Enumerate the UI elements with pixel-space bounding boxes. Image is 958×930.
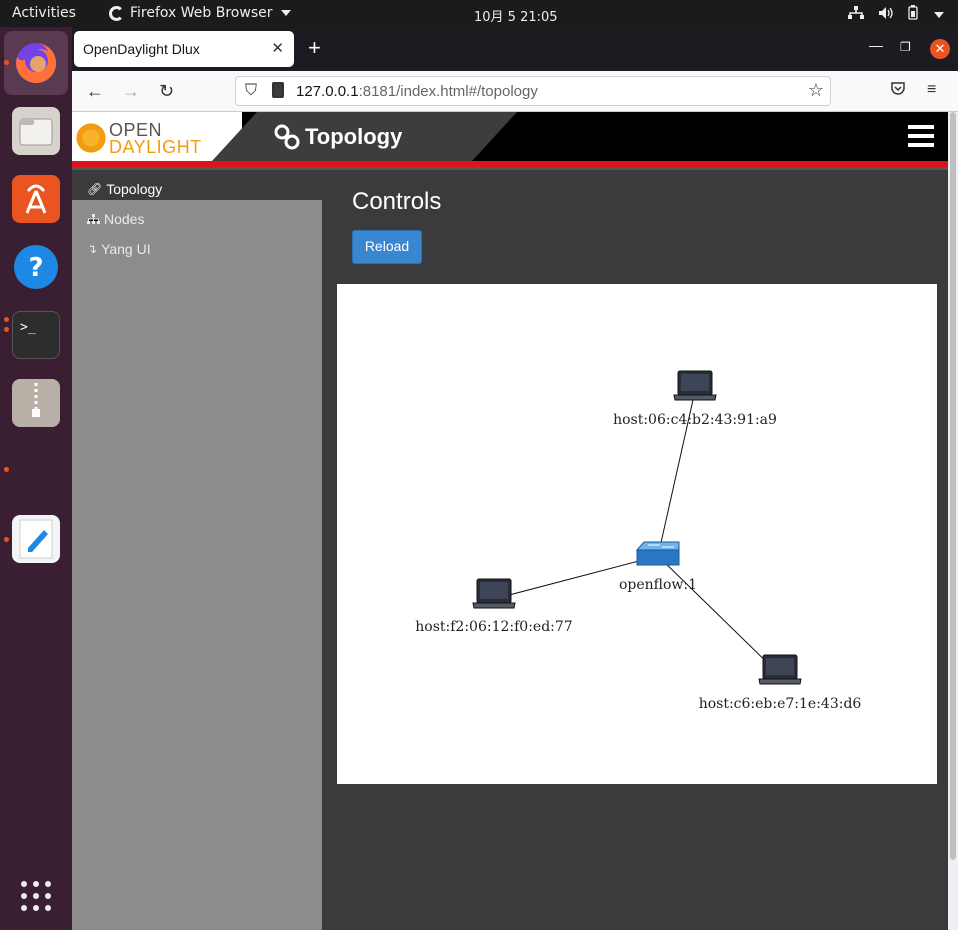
page-scrollbar[interactable] [950, 112, 956, 860]
activities-button[interactable]: Activities [12, 5, 76, 21]
switch-icon [635, 541, 680, 566]
navigation-toolbar: ← → ↻ ⛉ 127.0.0.1:8181/index.html#/topol… [72, 71, 958, 112]
battery-icon [908, 5, 918, 24]
menu-icon[interactable]: ≡ [927, 81, 936, 99]
close-tab-icon[interactable]: ✕ [271, 39, 284, 57]
sidebar-item-topology[interactable]: 🔗︎ Topology [72, 170, 322, 200]
dlux-page: OPEN DAYLIGHT Topology 🔗︎ Topology Nodes [72, 112, 948, 930]
firefox-icon [109, 5, 124, 21]
tracking-protection-icon[interactable]: ⛉ [245, 82, 257, 100]
network-icon [848, 5, 864, 24]
close-window-button[interactable]: ✕ [930, 39, 950, 59]
dock-help[interactable]: ? [12, 243, 60, 291]
header-title-bar: Topology [212, 112, 517, 161]
node-label: host:f2:06:12:f0:ed:77 [415, 619, 572, 635]
node-label: host:c6:eb:e7:1e:43:d6 [699, 696, 862, 712]
dock-archive-manager[interactable] [12, 379, 60, 427]
url-host: 127.0.0.1 [296, 83, 359, 100]
node-label: host:06:c4:b2:43:91:a9 [613, 412, 777, 428]
running-indicator [4, 537, 9, 542]
sidebar-item-label: Yang UI [101, 241, 151, 257]
terminal-icon: >_ [20, 320, 36, 335]
running-indicator [4, 467, 9, 472]
volume-icon [878, 6, 894, 24]
files-icon [19, 118, 53, 146]
tab-title: OpenDaylight Dlux [83, 41, 200, 57]
svg-text:?: ? [28, 253, 43, 283]
reload-page-button[interactable]: ↻ [159, 81, 174, 102]
sidebar-item-label: Topology [106, 181, 163, 197]
sidebar-item-label: Nodes [104, 211, 145, 227]
running-indicator [4, 327, 9, 332]
host-node[interactable] [472, 578, 516, 609]
hamburger-menu-icon[interactable] [908, 125, 934, 147]
restore-button[interactable]: ❐ [900, 40, 911, 54]
dock-ubuntu-software[interactable] [12, 175, 60, 223]
link-icon [274, 124, 300, 150]
dock: ? >_ [0, 27, 72, 930]
laptop-icon [472, 578, 516, 609]
reload-button[interactable]: Reload [352, 230, 422, 264]
dock-terminal[interactable]: >_ [12, 311, 60, 359]
topology-link[interactable] [657, 555, 781, 676]
topology-graph[interactable]: openflow:1 host:06:c4:b2:43:91:a9 host:f2:… [337, 284, 937, 784]
archive-icon [23, 381, 49, 425]
main-content: Controls Reload openflow:1 host:06:c4:b2:… [322, 170, 948, 930]
opendaylight-sun-icon [74, 121, 108, 155]
dlux-header: OPEN DAYLIGHT Topology [72, 112, 948, 161]
dock-firefox[interactable] [12, 39, 60, 87]
node-label: openflow:1 [619, 577, 697, 593]
logo-text-daylight: DAYLIGHT [109, 137, 202, 157]
switch-node[interactable] [635, 541, 680, 566]
dock-files[interactable] [12, 107, 60, 155]
text-editor-icon [19, 519, 53, 559]
running-indicator [4, 60, 9, 65]
bookmark-star-icon[interactable]: ☆ [808, 80, 824, 101]
chevron-down-icon [280, 10, 291, 16]
svg-text:>_: >_ [20, 320, 36, 335]
sidebar-item-yang-ui[interactable]: ↴ Yang UI [72, 230, 322, 260]
app-menu[interactable]: Firefox Web Browser [109, 5, 291, 21]
tab-opendaylight[interactable]: OpenDaylight Dlux ✕ [74, 31, 294, 67]
running-indicator [4, 317, 9, 322]
sitemap-icon [87, 213, 100, 224]
host-node[interactable] [758, 654, 802, 685]
topology-canvas[interactable]: openflow:1 host:06:c4:b2:43:91:a9 host:f2:… [337, 284, 937, 784]
url-path: :8181/index.html#/topology [358, 83, 538, 100]
app-menu-label: Firefox Web Browser [130, 5, 273, 21]
level-down-icon: ↴ [87, 242, 98, 256]
page-title: Topology [305, 124, 403, 149]
url-bar[interactable]: ⛉ 127.0.0.1:8181/index.html#/topology ☆ [235, 76, 831, 106]
minimize-button[interactable]: — [869, 37, 883, 53]
new-tab-button[interactable]: + [308, 35, 321, 61]
show-applications-button[interactable] [12, 872, 60, 920]
system-tray[interactable] [848, 5, 944, 24]
laptop-icon [758, 654, 802, 685]
sidebar: 🔗︎ Topology Nodes ↴ Yang UI [72, 170, 322, 930]
app-grid-icon [21, 881, 51, 911]
link-icon: 🔗︎ [87, 182, 103, 196]
page-info-icon[interactable] [272, 82, 284, 98]
software-store-icon [25, 184, 47, 214]
help-icon: ? [14, 245, 58, 289]
forward-button[interactable]: → [122, 81, 140, 102]
host-node[interactable] [673, 370, 717, 401]
controls-heading: Controls [352, 188, 442, 215]
back-button[interactable]: ← [86, 81, 104, 102]
firefox-icon [16, 42, 57, 83]
clock[interactable]: 10月 5 21:05 [474, 6, 558, 25]
pocket-icon[interactable] [890, 81, 906, 102]
sidebar-item-nodes[interactable]: Nodes [72, 200, 322, 230]
system-top-bar: Activities Firefox Web Browser 10月 5 21:… [0, 0, 958, 27]
firefox-window: OpenDaylight Dlux ✕ + — ❐ ✕ ← → ↻ ⛉ 127.… [72, 27, 958, 930]
tab-strip: OpenDaylight Dlux ✕ + — ❐ ✕ [72, 27, 958, 71]
system-menu-chevron-icon [934, 11, 944, 18]
laptop-icon [673, 370, 717, 401]
opendaylight-logo[interactable]: OPEN DAYLIGHT [72, 112, 242, 161]
dock-text-editor[interactable] [12, 515, 60, 563]
